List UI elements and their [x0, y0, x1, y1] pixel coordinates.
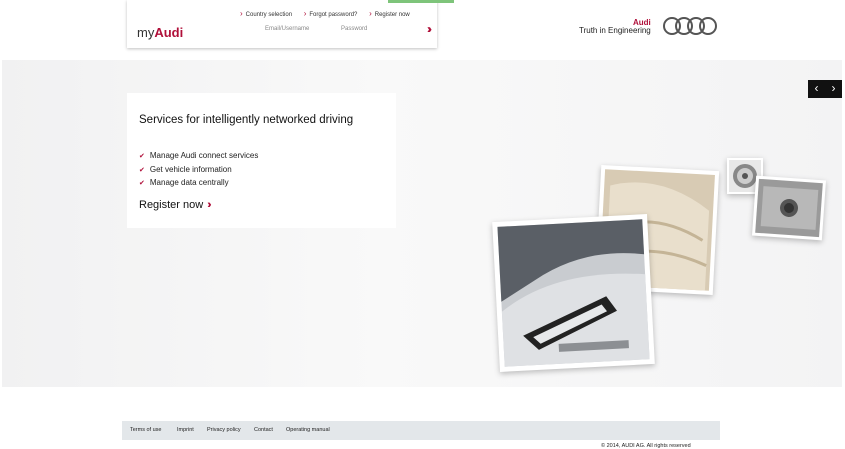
header-links: Country selection Forgot password? Regis… — [240, 9, 420, 18]
footer-link-privacy[interactable]: Privacy policy — [207, 427, 241, 433]
status-bar — [388, 0, 454, 3]
register-now-button[interactable]: Register now ›› — [139, 199, 213, 211]
double-chevron-icon: ›› — [207, 199, 212, 211]
hero-banner: ‹ › Services for intelligently networked… — [2, 60, 842, 387]
feature-list: Manage Audi connect services Get vehicle… — [139, 151, 259, 192]
forgot-password-link[interactable]: Forgot password? — [304, 12, 358, 18]
footer-link-terms[interactable]: Terms of use — [130, 427, 161, 433]
footer-link-imprint[interactable]: Imprint — [177, 427, 194, 433]
login-panel: myAudi Country selection Forgot password… — [127, 0, 437, 48]
country-selection-link[interactable]: Country selection — [240, 12, 292, 18]
car-headlight-photo — [492, 214, 655, 372]
password-field[interactable]: Password — [341, 26, 367, 32]
myaudi-logo[interactable]: myAudi — [137, 25, 183, 40]
audi-tagline: Audi Truth in Engineering — [579, 18, 651, 35]
copyright-text: © 2014, AUDI AG. All rights reserved — [601, 443, 691, 449]
slider-prev-button[interactable]: ‹ — [808, 80, 825, 98]
footer-bar: Terms of use Imprint Privacy policy Cont… — [122, 421, 720, 440]
feature-item: Manage data centrally — [139, 178, 258, 192]
slider-next-button[interactable]: › — [825, 80, 842, 98]
slider-controls: ‹ › — [808, 80, 842, 98]
audi-rings-logo[interactable] — [662, 16, 718, 36]
promo-title: Services for intelligently networked dri… — [139, 114, 354, 126]
controls-photo — [751, 175, 827, 241]
email-field[interactable]: Email/Username — [265, 26, 309, 32]
feature-item: Get vehicle information — [139, 165, 258, 179]
login-submit-button[interactable]: ›› — [427, 22, 432, 36]
register-now-link[interactable]: Register now — [369, 12, 410, 18]
footer-link-contact[interactable]: Contact — [254, 427, 273, 433]
footer-link-operating-manual[interactable]: Operating manual — [286, 427, 330, 433]
feature-item: Manage Audi connect services — [139, 151, 259, 165]
promo-panel: Services for intelligently networked dri… — [127, 93, 396, 228]
